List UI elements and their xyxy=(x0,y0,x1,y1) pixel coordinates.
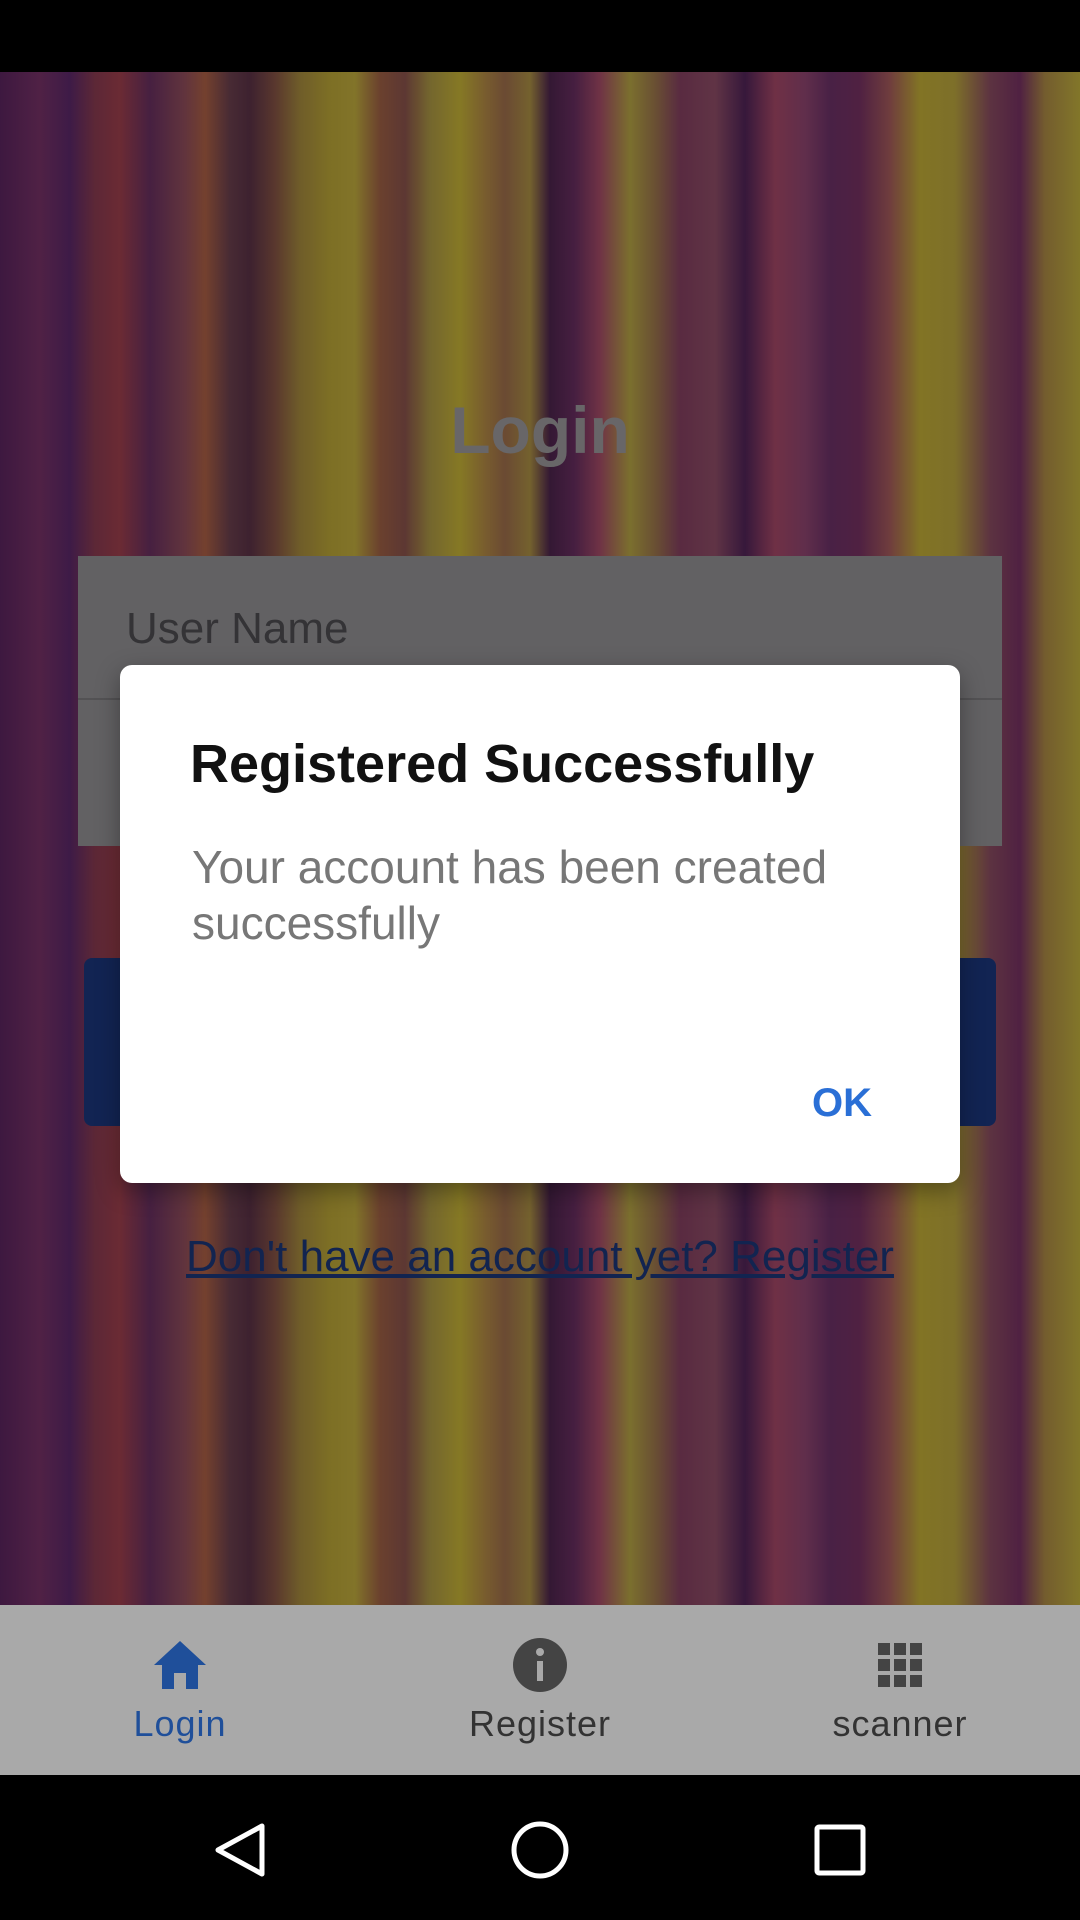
nav-item-register[interactable]: Register xyxy=(360,1605,720,1775)
bottom-navigation: Login Register scanner xyxy=(0,1605,1080,1775)
app-screen: Login User Name Don't have an account ye… xyxy=(0,0,1080,1920)
nav-label-login: Login xyxy=(133,1703,227,1744)
ok-button[interactable]: OK xyxy=(802,1075,882,1132)
recents-icon[interactable] xyxy=(795,1805,885,1895)
success-dialog: Registered Successfully Your account has… xyxy=(120,665,960,1183)
home-circle-icon[interactable] xyxy=(495,1805,585,1895)
system-navigation-bar xyxy=(0,1775,1080,1920)
nav-item-scanner[interactable]: scanner xyxy=(720,1605,1080,1775)
dialog-message: Your account has been created successful… xyxy=(192,841,828,949)
dialog-title: Registered Successfully xyxy=(190,734,815,794)
nav-label-register: Register xyxy=(468,1703,612,1744)
nav-label-scanner: scanner xyxy=(832,1703,968,1744)
nav-item-login[interactable]: Login xyxy=(0,1605,360,1775)
status-bar xyxy=(0,0,1080,72)
home-icon xyxy=(150,1635,210,1695)
info-icon xyxy=(510,1635,570,1695)
back-icon[interactable] xyxy=(195,1805,285,1895)
grid-icon xyxy=(870,1635,930,1695)
